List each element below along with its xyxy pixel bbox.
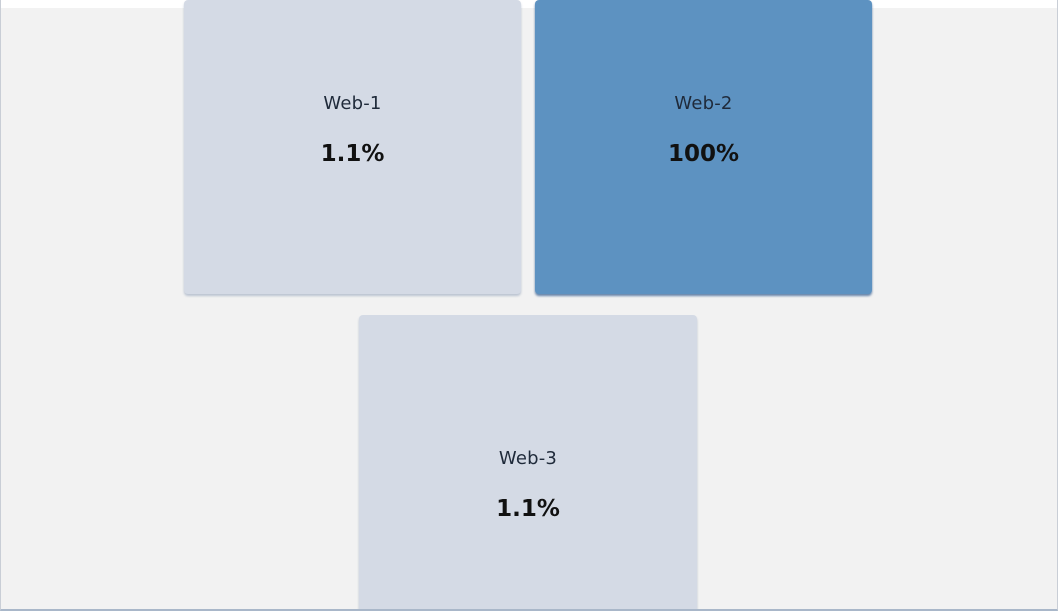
tile-grid-panel: Web-1 1.1% Web-2 100% Web-3 1.1% (0, 0, 1058, 611)
panel-top-edge (1, 0, 1057, 8)
tile-value: 1.1% (496, 496, 560, 522)
tile-value: 100% (667, 141, 740, 167)
tile-name: Web-2 (674, 93, 733, 114)
server-tile-web-3[interactable]: Web-3 1.1% (359, 315, 697, 609)
tile-name: Web-3 (498, 448, 558, 469)
server-tile-web-1[interactable]: Web-1 1.1% (184, 0, 521, 294)
tile-value: 1.1% (320, 141, 385, 167)
server-tile-web-2[interactable]: Web-2 100% (535, 0, 872, 294)
tile-name: Web-1 (323, 93, 382, 114)
